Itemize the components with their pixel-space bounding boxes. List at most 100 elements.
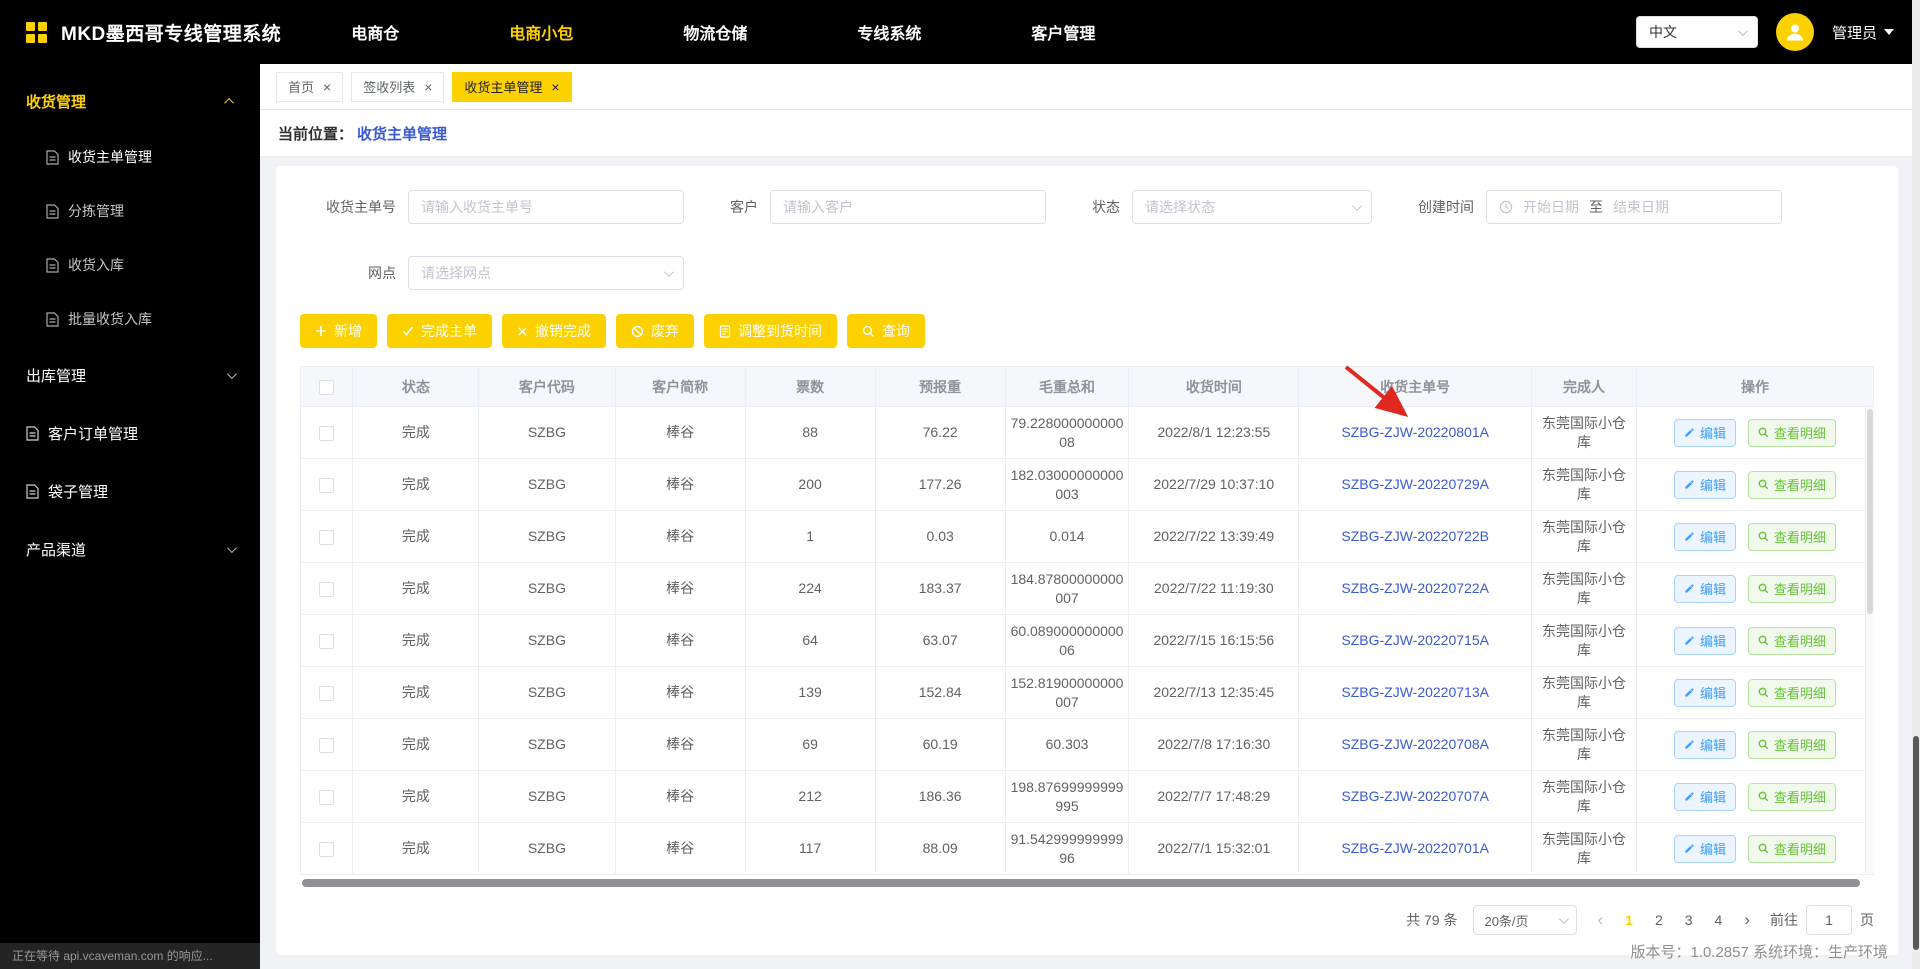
row-checkbox[interactable] [319, 425, 335, 441]
master-no-link[interactable]: SZBG-ZJW-20220713A [1341, 684, 1489, 700]
sidebar-item-batch-receiving-inbound[interactable]: 批量收货入库 [0, 292, 260, 346]
nav-item-ecommerce-parcel[interactable]: 电商小包 [509, 20, 573, 44]
page-button-4[interactable]: 4 [1715, 912, 1723, 928]
next-page-button[interactable]: › [1744, 910, 1750, 930]
sidebar-item-customer-order-management[interactable]: 客户订单管理 [0, 404, 260, 462]
nav-item-dedicated-line-system[interactable]: 专线系统 [857, 20, 921, 44]
status-cell: 完成 [352, 614, 480, 667]
view-detail-button[interactable]: 查看明细 [1747, 678, 1836, 707]
scrollbar-thumb[interactable] [302, 879, 1861, 887]
tab-home[interactable]: 首页 × [276, 71, 344, 102]
language-select[interactable]: 中文 [1635, 16, 1758, 48]
edit-button-label: 编辑 [1700, 738, 1727, 753]
edit-button[interactable]: 编辑 [1674, 522, 1737, 551]
view-detail-button[interactable]: 查看明细 [1747, 574, 1836, 603]
table-row: 完成 SZBG 棒谷 88 76.22 79.22800000000008 20… [299, 406, 1875, 459]
close-icon[interactable]: × [323, 80, 331, 94]
discard-button[interactable]: 废弃 [616, 314, 694, 348]
page-button-1[interactable]: 1 [1625, 912, 1633, 928]
user-menu[interactable]: 管理员 [1832, 22, 1894, 43]
edit-button[interactable]: 编辑 [1674, 730, 1737, 759]
row-checkbox-cell [299, 718, 354, 771]
row-checkbox[interactable] [319, 529, 335, 545]
tab-sign-list[interactable]: 签收列表 × [351, 71, 445, 102]
created-time-range-picker[interactable]: 开始日期 至 结束日期 [1486, 190, 1782, 224]
breadcrumb-current-link[interactable]: 收货主单管理 [357, 123, 447, 144]
view-detail-button[interactable]: 查看明细 [1747, 470, 1836, 499]
row-checkbox[interactable] [319, 789, 335, 805]
customer-name-cell: 棒谷 [614, 718, 746, 771]
nav-item-ecommerce-warehouse[interactable]: 电商仓 [351, 20, 399, 44]
master-no-link[interactable]: SZBG-ZJW-20220708A [1341, 736, 1489, 752]
edit-button[interactable]: 编辑 [1674, 418, 1737, 447]
pencil-icon [1685, 844, 1694, 853]
view-detail-button[interactable]: 查看明细 [1747, 834, 1836, 863]
pencil-icon [1685, 428, 1694, 437]
goto-page-input[interactable] [1806, 905, 1852, 935]
master-no-link[interactable]: SZBG-ZJW-20220722B [1341, 528, 1489, 544]
view-detail-button[interactable]: 查看明细 [1747, 626, 1836, 655]
edit-button-label: 编辑 [1700, 530, 1727, 545]
revoke-complete-button[interactable]: 撤销完成 [502, 314, 606, 348]
nav-item-logistics-storage[interactable]: 物流仓储 [683, 20, 747, 44]
master-no-cell: SZBG-ZJW-20220713A [1298, 666, 1533, 719]
complete-master-order-button[interactable]: 完成主单 [387, 314, 492, 348]
close-icon[interactable]: × [424, 80, 432, 94]
customer-input[interactable] [770, 190, 1046, 224]
adjust-arrival-time-button[interactable]: 调整到货时间 [704, 314, 837, 348]
page-scrollbar[interactable] [1912, 0, 1920, 969]
row-checkbox[interactable] [319, 841, 335, 857]
status-select[interactable]: 请选择状态 [1132, 190, 1372, 224]
row-checkbox[interactable] [319, 737, 335, 753]
master-no-link[interactable]: SZBG-ZJW-20220715A [1341, 632, 1489, 648]
sidebar-item-receiving-inbound[interactable]: 收货入库 [0, 238, 260, 292]
col-header-master-no: 收货主单号 [1298, 366, 1533, 407]
page-button-2[interactable]: 2 [1655, 912, 1663, 928]
add-button[interactable]: 新增 [300, 314, 377, 348]
select-all-checkbox[interactable] [319, 379, 335, 395]
scrollbar-thumb[interactable] [1867, 409, 1873, 615]
edit-button[interactable]: 编辑 [1674, 574, 1737, 603]
edit-button[interactable]: 编辑 [1674, 626, 1737, 655]
master-no-link[interactable]: SZBG-ZJW-20220707A [1341, 788, 1489, 804]
page-size-select[interactable]: 20条/页 [1473, 905, 1578, 935]
nav-item-customer-management[interactable]: 客户管理 [1031, 20, 1095, 44]
view-detail-button[interactable]: 查看明细 [1747, 730, 1836, 759]
edit-button[interactable]: 编辑 [1674, 782, 1737, 811]
scrollbar-thumb[interactable] [1913, 736, 1919, 950]
avatar[interactable] [1775, 13, 1814, 51]
edit-button[interactable]: 编辑 [1674, 470, 1737, 499]
tab-receiving-master-order[interactable]: 收货主单管理 × [452, 71, 572, 102]
sidebar-item-sorting-management[interactable]: 分拣管理 [0, 184, 260, 238]
sidebar-item-receiving-master-order[interactable]: 收货主单管理 [0, 130, 260, 184]
view-detail-button[interactable]: 查看明细 [1747, 418, 1836, 447]
filter-created-time: 创建时间 开始日期 至 结束日期 [1418, 190, 1782, 224]
table-horizontal-scrollbar[interactable] [300, 878, 1874, 889]
table-vertical-scrollbar[interactable] [1865, 407, 1874, 874]
document-icon [46, 203, 59, 219]
view-detail-button[interactable]: 查看明细 [1747, 782, 1836, 811]
row-checkbox[interactable] [319, 477, 335, 493]
master-no-link[interactable]: SZBG-ZJW-20220701A [1341, 840, 1489, 856]
sidebar-item-bag-management[interactable]: 袋子管理 [0, 462, 260, 520]
master-no-input[interactable] [408, 190, 684, 224]
view-detail-button[interactable]: 查看明细 [1747, 522, 1836, 551]
master-no-link[interactable]: SZBG-ZJW-20220729A [1341, 476, 1489, 492]
sidebar-group-receiving-management[interactable]: 收货管理 [0, 72, 260, 130]
row-checkbox[interactable] [319, 685, 335, 701]
prev-page-button[interactable]: ‹ [1597, 910, 1603, 930]
master-no-link[interactable]: SZBG-ZJW-20220722A [1341, 580, 1489, 596]
search-button[interactable]: 查询 [847, 314, 925, 348]
search-icon [1758, 635, 1769, 646]
page-button-3[interactable]: 3 [1685, 912, 1693, 928]
master-no-link[interactable]: SZBG-ZJW-20220801A [1341, 424, 1489, 440]
sidebar-group-outbound-management[interactable]: 出库管理 [0, 346, 260, 404]
close-icon[interactable]: × [551, 80, 559, 94]
row-checkbox[interactable] [319, 633, 335, 649]
edit-button[interactable]: 编辑 [1674, 678, 1737, 707]
edit-button[interactable]: 编辑 [1674, 834, 1737, 863]
document-icon [46, 149, 59, 165]
outlet-select[interactable]: 请选择网点 [408, 256, 684, 290]
row-checkbox[interactable] [319, 581, 335, 597]
sidebar-group-product-channel[interactable]: 产品渠道 [0, 520, 260, 578]
